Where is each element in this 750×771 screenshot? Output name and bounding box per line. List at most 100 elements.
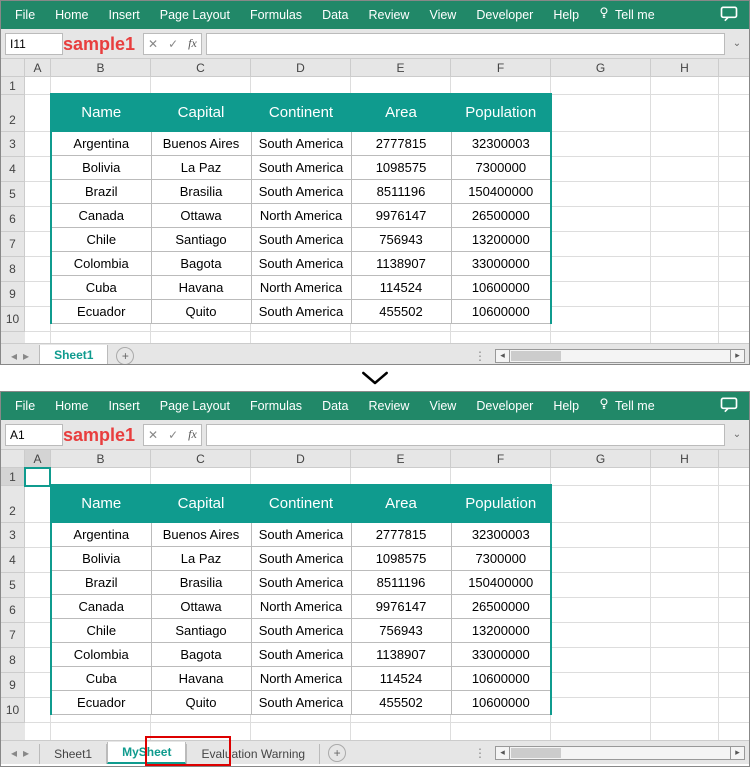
table-cell[interactable]: 33000000 xyxy=(451,643,551,667)
scroll-right-icon[interactable]: ▸ xyxy=(730,747,744,759)
table-cell[interactable]: Cuba xyxy=(51,667,151,691)
table-cell[interactable]: South America xyxy=(251,523,351,547)
table-cell[interactable]: 7300000 xyxy=(451,547,551,571)
menu-insert[interactable]: Insert xyxy=(99,392,150,420)
add-sheet-button[interactable]: + xyxy=(116,347,134,365)
menu-insert[interactable]: Insert xyxy=(99,1,150,29)
table-cell[interactable]: South America xyxy=(251,691,351,715)
row-header-6[interactable]: 6 xyxy=(1,598,25,623)
menu-file[interactable]: File xyxy=(5,1,45,29)
row-header-10[interactable]: 10 xyxy=(1,307,25,332)
col-header-D[interactable]: D xyxy=(251,450,351,467)
table-cell[interactable]: Havana xyxy=(151,276,251,300)
table-cell[interactable]: 455502 xyxy=(351,300,451,324)
table-cell[interactable]: South America xyxy=(251,252,351,276)
comments-icon[interactable] xyxy=(719,4,739,27)
table-cell[interactable]: 150400000 xyxy=(451,571,551,595)
row-header-7[interactable]: 7 xyxy=(1,232,25,257)
row-header-1[interactable]: 1 xyxy=(1,77,25,95)
table-cell[interactable]: 9976147 xyxy=(351,595,451,619)
table-cell[interactable]: Argentina xyxy=(51,523,151,547)
table-cell[interactable]: 9976147 xyxy=(351,204,451,228)
tab-drag-handle-icon[interactable]: ⋮ xyxy=(470,349,491,363)
table-cell[interactable]: Chile xyxy=(51,228,151,252)
col-header-C[interactable]: C xyxy=(151,59,251,76)
menu-formulas[interactable]: Formulas xyxy=(240,392,312,420)
table-cell[interactable]: Cuba xyxy=(51,276,151,300)
table-cell[interactable]: North America xyxy=(251,667,351,691)
col-header-H[interactable]: H xyxy=(651,450,719,467)
horizontal-scrollbar[interactable]: ◂ ▸ xyxy=(495,746,745,760)
table-cell[interactable]: Bagota xyxy=(151,252,251,276)
menu-data[interactable]: Data xyxy=(312,1,358,29)
table-cell[interactable]: Brasilia xyxy=(151,571,251,595)
tell-me[interactable]: Tell me xyxy=(589,392,663,420)
table-cell[interactable]: South America xyxy=(251,228,351,252)
table-cell[interactable]: Brazil xyxy=(51,571,151,595)
table-cell[interactable]: 10600000 xyxy=(451,667,551,691)
table-cell[interactable]: South America xyxy=(251,547,351,571)
row-header-4[interactable]: 4 xyxy=(1,157,25,182)
table-cell[interactable]: Argentina xyxy=(51,132,151,156)
row-header-8[interactable]: 8 xyxy=(1,257,25,282)
scroll-thumb[interactable] xyxy=(511,351,561,361)
col-header-D[interactable]: D xyxy=(251,59,351,76)
table-cell[interactable]: Colombia xyxy=(51,252,151,276)
table-cell[interactable]: Bolivia xyxy=(51,156,151,180)
col-header-A[interactable]: A xyxy=(25,450,51,467)
table-cell[interactable]: Chile xyxy=(51,619,151,643)
table-cell[interactable]: 2777815 xyxy=(351,132,451,156)
table-cell[interactable]: 10600000 xyxy=(451,276,551,300)
menu-view[interactable]: View xyxy=(419,392,466,420)
cancel-icon[interactable]: ✕ xyxy=(148,428,158,442)
row-header-10[interactable]: 10 xyxy=(1,698,25,723)
sheet-tab-evaluation-warning[interactable]: Evaluation Warning xyxy=(186,744,320,764)
table-cell[interactable]: Canada xyxy=(51,595,151,619)
grid[interactable]: ABCDEFGH 12345678910 NameCapitalContinen… xyxy=(1,450,749,740)
table-cell[interactable]: 8511196 xyxy=(351,571,451,595)
table-cell[interactable]: 2777815 xyxy=(351,523,451,547)
table-cell[interactable]: 26500000 xyxy=(451,595,551,619)
table-cell[interactable]: South America xyxy=(251,619,351,643)
row-header-2[interactable]: 2 xyxy=(1,95,25,132)
confirm-icon[interactable]: ✓ xyxy=(168,428,178,442)
table-cell[interactable]: Bagota xyxy=(151,643,251,667)
select-all-corner[interactable] xyxy=(1,450,25,467)
formula-input[interactable] xyxy=(206,33,725,55)
table-cell[interactable]: 32300003 xyxy=(451,132,551,156)
table-cell[interactable]: Brasilia xyxy=(151,180,251,204)
grid[interactable]: ABCDEFGH 12345678910 NameCapitalContinen… xyxy=(1,59,749,343)
scroll-thumb[interactable] xyxy=(511,748,561,758)
table-cell[interactable]: South America xyxy=(251,571,351,595)
select-all-corner[interactable] xyxy=(1,59,25,76)
table-cell[interactable]: South America xyxy=(251,643,351,667)
scroll-right-icon[interactable]: ▸ xyxy=(730,350,744,362)
col-header-G[interactable]: G xyxy=(551,59,651,76)
table-cell[interactable]: Ecuador xyxy=(51,691,151,715)
table-cell[interactable]: Ecuador xyxy=(51,300,151,324)
row-header-5[interactable]: 5 xyxy=(1,182,25,207)
row-header-8[interactable]: 8 xyxy=(1,648,25,673)
col-header-G[interactable]: G xyxy=(551,450,651,467)
row-header-9[interactable]: 9 xyxy=(1,282,25,307)
table-cell[interactable]: 756943 xyxy=(351,619,451,643)
menu-review[interactable]: Review xyxy=(358,392,419,420)
table-cell[interactable]: Buenos Aires xyxy=(151,132,251,156)
table-cell[interactable]: Havana xyxy=(151,667,251,691)
col-header-B[interactable]: B xyxy=(51,450,151,467)
menu-home[interactable]: Home xyxy=(45,392,98,420)
col-header-E[interactable]: E xyxy=(351,59,451,76)
fx-icon[interactable]: fx xyxy=(188,427,197,442)
table-cell[interactable]: 1138907 xyxy=(351,643,451,667)
table-cell[interactable]: 1098575 xyxy=(351,547,451,571)
table-cell[interactable]: 8511196 xyxy=(351,180,451,204)
row-header-1[interactable]: 1 xyxy=(1,468,25,486)
confirm-icon[interactable]: ✓ xyxy=(168,37,178,51)
formula-expand-icon[interactable]: ⌄ xyxy=(729,38,745,49)
sheet-nav[interactable]: ◂▸ xyxy=(1,349,39,363)
row-header-3[interactable]: 3 xyxy=(1,523,25,548)
table-cell[interactable]: Canada xyxy=(51,204,151,228)
menu-view[interactable]: View xyxy=(419,1,466,29)
row-header-7[interactable]: 7 xyxy=(1,623,25,648)
table-cell[interactable]: Bolivia xyxy=(51,547,151,571)
